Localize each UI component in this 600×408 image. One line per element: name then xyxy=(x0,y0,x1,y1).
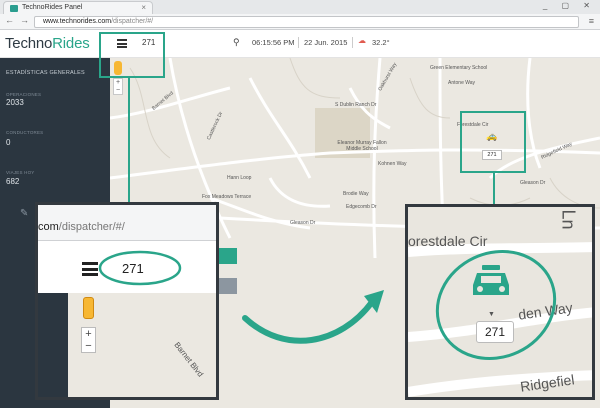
header-time: 06:15:56 PM xyxy=(252,38,295,47)
map-zoom-control[interactable]: + − xyxy=(81,327,96,353)
panel-strip xyxy=(219,248,237,264)
zoom-in-button[interactable]: + xyxy=(114,79,122,87)
url-domain: www.technorides.com xyxy=(43,18,112,25)
map-label: Eleanor Murray Fallon Middle School xyxy=(337,140,387,152)
search-icon[interactable]: ⚲ xyxy=(233,37,240,48)
forward-icon[interactable]: → xyxy=(20,15,29,25)
callout-connector xyxy=(128,78,130,204)
header-temperature: 32.2° xyxy=(372,38,390,47)
map-label: Fox Meadows Terrace xyxy=(202,194,252,200)
mute-icon[interactable]: ✎ xyxy=(20,208,28,219)
browser-urlbar: ← → www.technorides.com/dispatcher/#/ ≡ xyxy=(0,14,600,30)
zoomed-sidebar xyxy=(38,293,68,397)
panel-strip xyxy=(219,278,237,294)
highlight-ellipse xyxy=(98,250,182,286)
window-controls[interactable]: _ ▢ ✕ xyxy=(543,1,596,10)
map-label: Gleason Dr xyxy=(520,180,546,186)
stat-label: OPERACIONES xyxy=(6,92,42,97)
zoomed-header-panel: com/dispatcher/#/ 271 + − Barnet Blvd xyxy=(35,202,219,400)
callout-box-header xyxy=(99,32,165,78)
browser-titlebar: TechnoRides Panel × _ ▢ ✕ xyxy=(0,0,600,14)
url-path: /dispatcher/#/ xyxy=(111,18,154,25)
stat-label: CONDUCTORES xyxy=(6,130,44,135)
map-label: Barnet Blvd xyxy=(172,340,205,379)
zoomed-urlbar: com/dispatcher/#/ xyxy=(38,205,216,241)
address-bar[interactable]: www.technorides.com/dispatcher/#/ xyxy=(34,16,579,28)
app-header: TechnoRides 271 ⚲ 06:15:56 PM 22 Jun. 20… xyxy=(0,30,600,58)
map-label: Hann Loop xyxy=(227,175,252,181)
zoom-out-button[interactable]: − xyxy=(114,87,122,95)
zoomed-url-domain: com xyxy=(38,221,59,233)
back-icon[interactable]: ← xyxy=(5,15,14,25)
zoom-in-button[interactable]: + xyxy=(82,328,95,340)
screenshot-root: TechnoRides Panel × _ ▢ ✕ ← → www.techno… xyxy=(0,0,600,408)
street-view-pegman-icon[interactable] xyxy=(83,297,94,319)
stat-label: VIAJES HOY xyxy=(6,170,35,175)
app-logo[interactable]: TechnoRides xyxy=(5,35,90,52)
map-label: Edgecomb Dr xyxy=(346,204,377,210)
tab-close-icon[interactable]: × xyxy=(141,3,146,12)
zoom-out-button[interactable]: − xyxy=(82,340,95,352)
map-label: Brodie Way xyxy=(343,191,369,197)
zoomed-taxi-number[interactable]: 271 xyxy=(476,321,514,343)
stat-value: 682 xyxy=(6,177,20,186)
browser-tab[interactable]: TechnoRides Panel × xyxy=(3,1,153,14)
map-label: orestdale Cir xyxy=(408,233,488,249)
map-zoom-control[interactable]: + − xyxy=(113,78,123,95)
header-date: 22 Jun. 2015 xyxy=(304,38,348,47)
header-divider xyxy=(298,37,299,48)
map-label: Green Elementary School xyxy=(430,65,488,71)
map-label: S Dublin Ranch Dr xyxy=(335,102,377,108)
sidebar-title: ESTADÍSTICAS GENERALES xyxy=(6,70,85,76)
tab-title: TechnoRides Panel xyxy=(22,4,83,11)
map-label: Antone Way xyxy=(448,80,476,86)
marker-pointer-icon: ▼ xyxy=(488,311,495,318)
zoomed-taxi-panel: orestdale Cir den Way Ridgefiel Ln ▼ 271 xyxy=(405,204,595,400)
stat-value: 2033 xyxy=(6,98,24,107)
logo-main: Techno xyxy=(5,35,53,52)
header-divider xyxy=(352,37,353,48)
favicon-icon xyxy=(10,5,18,12)
logo-accent: Rides xyxy=(52,35,90,52)
taxi-icon[interactable] xyxy=(471,265,511,299)
callout-box-taxi xyxy=(460,111,526,173)
thermometer-icon: ☁ xyxy=(358,36,366,45)
map-label: Kohnen Way xyxy=(378,161,407,167)
browser-menu-icon[interactable]: ≡ xyxy=(589,16,594,26)
map-label: Gleason Dr xyxy=(290,220,316,226)
stat-value: 0 xyxy=(6,138,11,147)
zoomed-url: com/dispatcher/#/ xyxy=(38,221,125,233)
zoomed-app-header: 271 xyxy=(38,241,216,293)
map-label: Ln xyxy=(558,209,579,230)
callout-connector xyxy=(493,173,495,206)
zoomed-url-path: /dispatcher/#/ xyxy=(58,221,125,233)
